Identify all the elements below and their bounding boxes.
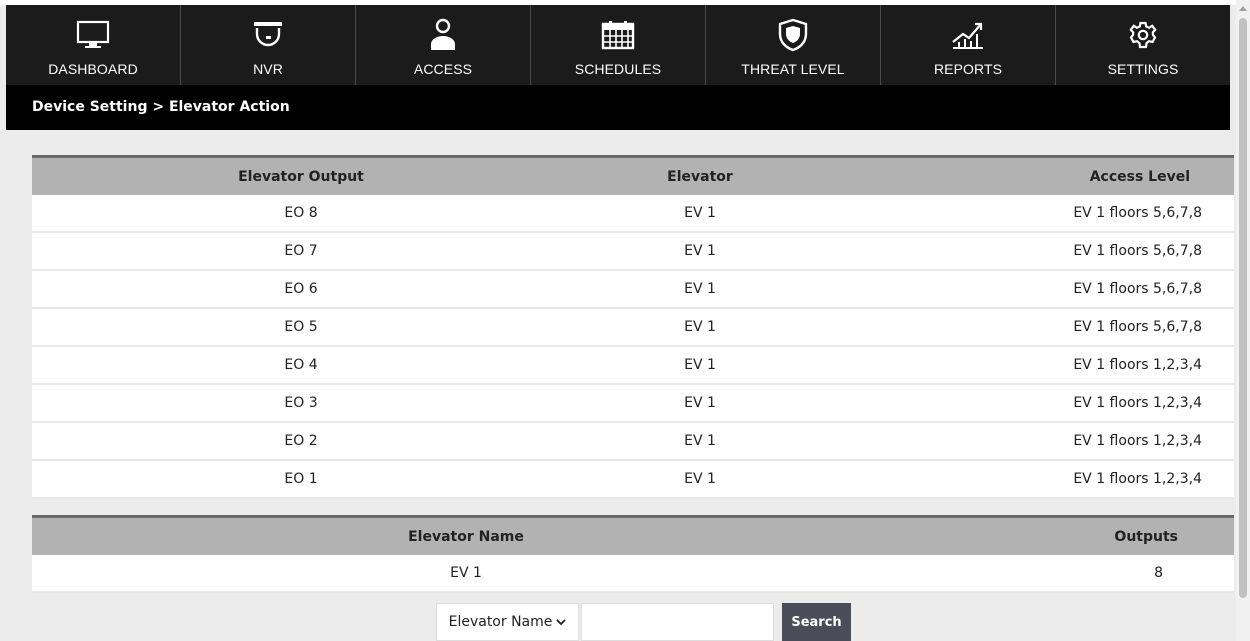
cell-elevator-output: EO 8	[32, 195, 570, 233]
chevron-down-icon	[556, 614, 567, 630]
search-field-select-value: Elevator Name	[448, 614, 553, 630]
table-row[interactable]: EO 7 EV 1 EV 1 floors 5,6,7,8	[32, 232, 1234, 271]
table-row[interactable]: EV 1 8	[32, 555, 1234, 593]
nav-reports[interactable]: REPORTS	[881, 5, 1056, 85]
search-input[interactable]	[581, 603, 774, 641]
nav-label: SETTINGS	[1107, 61, 1179, 77]
nav-settings[interactable]: SETTINGS	[1056, 5, 1230, 85]
nav-label: SCHEDULES	[574, 61, 662, 77]
cell-outputs: 8	[900, 555, 1234, 593]
scroll-up-arrow-icon[interactable]	[1239, 6, 1247, 11]
elevators-table: Elevator Name Outputs EV 1 8	[32, 515, 1234, 593]
table-header-row: Elevator Output Elevator Access Level	[32, 155, 1234, 195]
column-header-elevator-name[interactable]: Elevator Name	[32, 515, 900, 555]
column-header-elevator-output[interactable]: Elevator Output	[32, 155, 570, 195]
gear-icon	[1123, 15, 1163, 55]
cell-access-level: EV 1 floors 5,6,7,8	[830, 308, 1234, 347]
cell-elevator: EV 1	[570, 422, 830, 461]
cell-elevator: EV 1	[570, 195, 830, 233]
column-header-outputs[interactable]: Outputs	[900, 515, 1234, 555]
cell-elevator: EV 1	[570, 346, 830, 385]
user-icon	[423, 15, 463, 55]
search-button[interactable]: Search	[782, 603, 851, 641]
table-row[interactable]: EO 2 EV 1 EV 1 floors 1,2,3,4	[32, 422, 1234, 461]
cell-elevator-output: EO 6	[32, 270, 570, 309]
search-bar: Elevator Name Search	[436, 603, 851, 641]
nav-label: REPORTS	[933, 61, 1003, 77]
elevator-outputs-table: Elevator Output Elevator Access Level EO…	[32, 155, 1234, 499]
camera-dome-icon	[248, 15, 288, 55]
cell-access-level: EV 1 floors 1,2,3,4	[830, 422, 1234, 461]
cell-elevator-output: EO 4	[32, 346, 570, 385]
nav-label: NVR	[253, 61, 283, 77]
cell-elevator-output: EO 5	[32, 308, 570, 347]
cell-access-level: EV 1 floors 5,6,7,8	[830, 232, 1234, 271]
cell-access-level: EV 1 floors 5,6,7,8	[830, 195, 1234, 233]
cell-elevator: EV 1	[570, 384, 830, 423]
column-header-access-level[interactable]: Access Level	[830, 155, 1234, 195]
cell-elevator: EV 1	[570, 308, 830, 347]
scrollbar-thumb[interactable]	[1239, 18, 1247, 598]
main-nav: DASHBOARD NVR ACCESS SCHEDULES THREAT LE…	[6, 5, 1230, 85]
elevator-outputs-table-wrapper: Elevator Output Elevator Access Level EO…	[32, 155, 1234, 499]
nav-label: THREAT LEVEL	[741, 61, 845, 77]
cell-elevator-name: EV 1	[32, 555, 900, 593]
nav-schedules[interactable]: SCHEDULES	[531, 5, 706, 85]
cell-elevator: EV 1	[570, 270, 830, 309]
cell-elevator-output: EO 7	[32, 232, 570, 271]
breadcrumb: Device Setting > Elevator Action	[6, 85, 1230, 130]
table-row[interactable]: EO 1 EV 1 EV 1 floors 1,2,3,4	[32, 460, 1234, 499]
search-field-select[interactable]: Elevator Name	[436, 603, 579, 641]
chart-icon	[948, 15, 988, 55]
cell-elevator: EV 1	[570, 460, 830, 499]
table-row[interactable]: EO 3 EV 1 EV 1 floors 1,2,3,4	[32, 384, 1234, 423]
nav-nvr[interactable]: NVR	[181, 5, 356, 85]
cell-access-level: EV 1 floors 1,2,3,4	[830, 460, 1234, 499]
column-header-elevator[interactable]: Elevator	[570, 155, 830, 195]
nav-label: ACCESS	[413, 61, 473, 77]
elevators-table-wrapper: Elevator Name Outputs EV 1 8	[32, 515, 1234, 593]
cell-access-level: EV 1 floors 1,2,3,4	[830, 384, 1234, 423]
table-row[interactable]: EO 8 EV 1 EV 1 floors 5,6,7,8	[32, 195, 1234, 233]
table-row[interactable]: EO 6 EV 1 EV 1 floors 5,6,7,8	[32, 270, 1234, 309]
nav-dashboard[interactable]: DASHBOARD	[6, 5, 181, 85]
shield-icon	[773, 15, 813, 55]
cell-elevator-output: EO 1	[32, 460, 570, 499]
nav-label: DASHBOARD	[48, 61, 138, 77]
cell-access-level: EV 1 floors 5,6,7,8	[830, 270, 1234, 309]
cell-access-level: EV 1 floors 1,2,3,4	[830, 346, 1234, 385]
cell-elevator-output: EO 2	[32, 422, 570, 461]
vertical-scrollbar[interactable]	[1236, 0, 1250, 641]
monitor-icon	[73, 15, 113, 55]
nav-threat-level[interactable]: THREAT LEVEL	[706, 5, 881, 85]
table-header-row: Elevator Name Outputs	[32, 515, 1234, 555]
table-row[interactable]: EO 5 EV 1 EV 1 floors 5,6,7,8	[32, 308, 1234, 347]
cell-elevator: EV 1	[570, 232, 830, 271]
nav-access[interactable]: ACCESS	[356, 5, 531, 85]
table-row[interactable]: EO 4 EV 1 EV 1 floors 1,2,3,4	[32, 346, 1234, 385]
cell-elevator-output: EO 3	[32, 384, 570, 423]
calendar-icon	[598, 15, 638, 55]
